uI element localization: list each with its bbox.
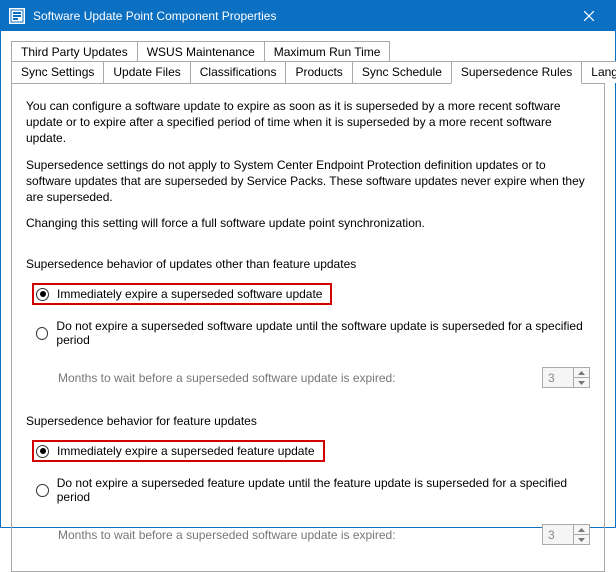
intro-paragraph-3: Changing this setting will force a full … xyxy=(26,215,590,231)
months-spinner-software: 3 xyxy=(542,367,590,388)
radio-label: Immediately expire a superseded software… xyxy=(57,287,322,301)
intro-paragraph-2: Supersedence settings do not apply to Sy… xyxy=(26,157,590,206)
window-title: Software Update Point Component Properti… xyxy=(33,9,566,23)
tab-wsus-maintenance[interactable]: WSUS Maintenance xyxy=(137,41,265,62)
months-value: 3 xyxy=(543,368,573,387)
group-legend: Supersedence behavior of updates other t… xyxy=(26,257,590,277)
intro-text: You can configure a software update to e… xyxy=(26,98,590,231)
spinner-down xyxy=(574,535,589,544)
tab-products[interactable]: Products xyxy=(285,61,352,83)
spinner-up xyxy=(574,368,589,378)
app-icon xyxy=(9,8,25,24)
tab-third-party-updates[interactable]: Third Party Updates xyxy=(11,41,138,62)
radio-wait-period-feature[interactable]: Do not expire a superseded feature updat… xyxy=(36,476,590,504)
tab-supersedence-rules[interactable]: Supersedence Rules xyxy=(451,61,582,84)
tab-sync-schedule[interactable]: Sync Schedule xyxy=(352,61,452,83)
tab-maximum-run-time[interactable]: Maximum Run Time xyxy=(264,41,391,62)
tab-classifications[interactable]: Classifications xyxy=(190,61,287,83)
months-label: Months to wait before a superseded softw… xyxy=(58,371,396,385)
radio-label: Do not expire a superseded feature updat… xyxy=(57,476,590,504)
titlebar: Software Update Point Component Properti… xyxy=(1,1,615,31)
months-row-feature: Months to wait before a superseded softw… xyxy=(58,524,590,545)
radio-wait-period-software[interactable]: Do not expire a superseded software upda… xyxy=(36,319,590,347)
months-label: Months to wait before a superseded softw… xyxy=(58,528,396,542)
months-value: 3 xyxy=(543,525,573,544)
group-legend: Supersedence behavior for feature update… xyxy=(26,414,590,434)
intro-paragraph-1: You can configure a software update to e… xyxy=(26,98,590,147)
radio-immediate-expire-software[interactable]: Immediately expire a superseded software… xyxy=(36,287,328,301)
group-feature-updates: Supersedence behavior for feature update… xyxy=(26,404,590,545)
tab-control: Third Party Updates WSUS Maintenance Max… xyxy=(11,41,605,572)
months-spinner-feature: 3 xyxy=(542,524,590,545)
radio-immediate-expire-feature[interactable]: Immediately expire a superseded feature … xyxy=(36,444,321,458)
radio-icon xyxy=(36,445,49,458)
client-area: Third Party Updates WSUS Maintenance Max… xyxy=(1,31,615,572)
tab-languages[interactable]: Languages xyxy=(581,61,616,83)
group-non-feature-updates: Supersedence behavior of updates other t… xyxy=(26,247,590,388)
months-row-software: Months to wait before a superseded softw… xyxy=(58,367,590,388)
tab-sync-settings[interactable]: Sync Settings xyxy=(11,61,104,83)
radio-label: Immediately expire a superseded feature … xyxy=(57,444,315,458)
spinner-up xyxy=(574,525,589,535)
close-button[interactable] xyxy=(566,1,611,31)
tab-panel-supersedence-rules: You can configure a software update to e… xyxy=(11,83,605,572)
radio-icon xyxy=(36,288,49,301)
spinner-down xyxy=(574,378,589,387)
radio-icon xyxy=(36,484,49,497)
radio-label: Do not expire a superseded software upda… xyxy=(56,319,590,347)
radio-icon xyxy=(36,327,48,340)
tab-update-files[interactable]: Update Files xyxy=(103,61,190,83)
